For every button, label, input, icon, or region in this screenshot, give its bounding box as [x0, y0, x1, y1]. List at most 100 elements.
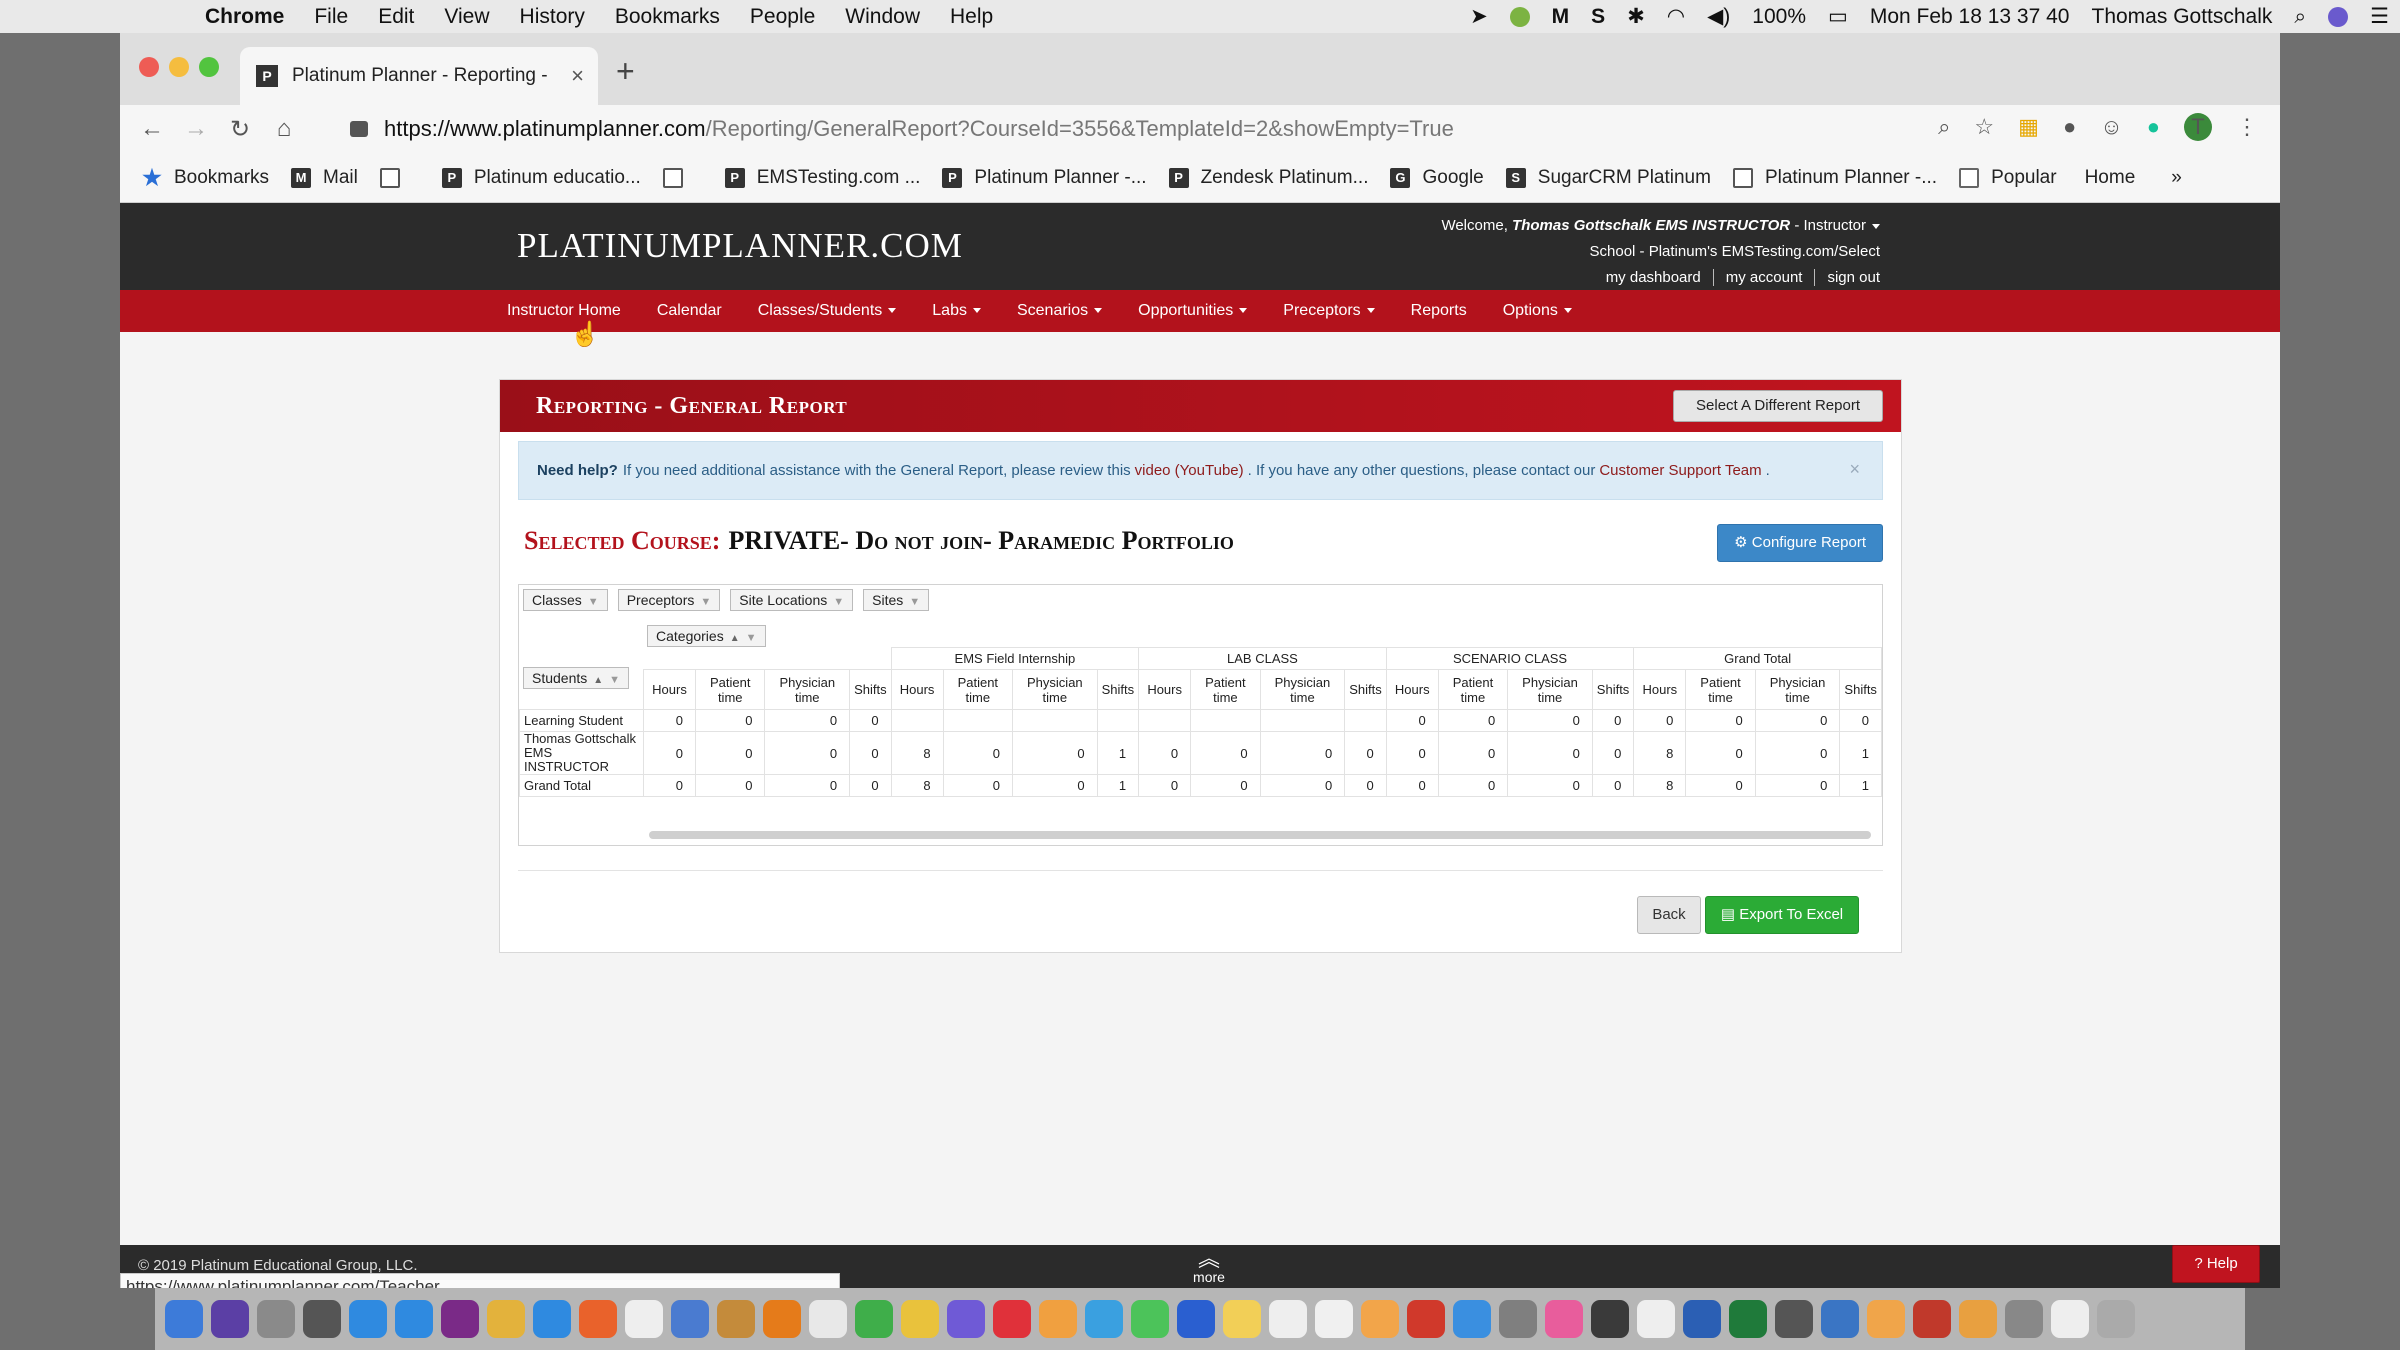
menu-bookmarks[interactable]: Bookmarks — [615, 5, 720, 29]
bookmark-item[interactable] — [379, 167, 412, 188]
horizontal-scrollbar[interactable] — [649, 831, 1871, 839]
bookmark-item[interactable]: G Google — [1390, 167, 1484, 189]
new-tab-button[interactable]: + — [616, 53, 635, 90]
bookmark-item[interactable]: P Zendesk Platinum... — [1168, 167, 1368, 189]
dock-app-icon[interactable] — [2005, 1300, 2043, 1338]
dock-app-icon[interactable] — [349, 1300, 387, 1338]
browser-tab[interactable]: P Platinum Planner - Reporting - × — [240, 47, 598, 105]
dock-app-icon[interactable] — [211, 1300, 249, 1338]
dock-app-icon[interactable] — [1775, 1300, 1813, 1338]
back-arrow-icon[interactable]: ← — [130, 115, 174, 143]
dock-app-icon[interactable] — [165, 1300, 203, 1338]
help-button[interactable]: ? Help — [2172, 1245, 2260, 1283]
dock-app-icon[interactable] — [1223, 1300, 1261, 1338]
filter-icon[interactable]: ▼ — [588, 596, 599, 608]
dock-app-icon[interactable] — [2051, 1300, 2089, 1338]
my-dashboard-link[interactable]: my dashboard — [1594, 269, 1701, 286]
bookmarks-overflow-icon[interactable]: » — [2171, 167, 2182, 189]
back-button[interactable]: Back — [1637, 896, 1701, 934]
m-app-icon[interactable]: M — [1552, 5, 1570, 29]
spotlight-search-icon[interactable]: ⌕ — [2294, 5, 2306, 29]
bookmark-item[interactable]: Popular — [1959, 167, 2057, 189]
status-green-icon[interactable] — [1509, 6, 1530, 27]
menu-help[interactable]: Help — [950, 5, 993, 29]
dock-app-icon[interactable] — [763, 1300, 801, 1338]
menu-people[interactable]: People — [750, 5, 815, 29]
dock-app-icon[interactable] — [855, 1300, 893, 1338]
bookmark-item[interactable] — [662, 167, 695, 188]
more-button[interactable]: ︽ more — [1187, 1248, 1231, 1286]
nav-item-options[interactable]: Options — [1503, 302, 1572, 320]
siri-icon[interactable] — [2328, 6, 2349, 27]
menu-history[interactable]: History — [520, 5, 585, 29]
zoom-window-button[interactable] — [199, 57, 219, 77]
filter-icon[interactable]: ▼ — [746, 632, 757, 644]
nav-item-labs[interactable]: Labs — [932, 302, 981, 320]
bluetooth-icon[interactable]: ✱ — [1627, 4, 1645, 29]
site-logo[interactable]: PLATINUMPLANNER.COM — [517, 226, 963, 266]
menu-file[interactable]: File — [314, 5, 348, 29]
close-alert-icon[interactable]: × — [1849, 459, 1860, 480]
dock-app-icon[interactable] — [1821, 1300, 1859, 1338]
bookmark-item[interactable]: P Platinum educatio... — [441, 167, 641, 189]
menu-chrome[interactable]: Chrome — [205, 5, 284, 29]
dock-app-icon[interactable] — [533, 1300, 571, 1338]
volume-icon[interactable]: ◀) — [1707, 4, 1730, 29]
clock[interactable]: Mon Feb 18 13 37 40 — [1870, 5, 2070, 29]
dock-app-icon[interactable] — [1407, 1300, 1445, 1338]
bookmark-item[interactable]: M Mail — [291, 167, 358, 189]
bookmark-item[interactable]: P EMSTesting.com ... — [724, 167, 920, 189]
dock-app-icon[interactable] — [1913, 1300, 1951, 1338]
dock-app-icon[interactable] — [1545, 1300, 1583, 1338]
students-chip[interactable]: Students ▲ ▼ — [523, 667, 630, 689]
filter-icon[interactable]: ▼ — [700, 596, 711, 608]
nav-item-calendar[interactable]: Calendar — [657, 302, 722, 320]
filter-chip-preceptors[interactable]: Preceptors ▼ — [617, 589, 721, 611]
sort-arrow-icon[interactable]: ▲ — [593, 675, 603, 686]
dock-app-icon[interactable] — [809, 1300, 847, 1338]
filter-icon[interactable]: ▼ — [909, 596, 920, 608]
filter-icon[interactable]: ▼ — [833, 596, 844, 608]
dock-app-icon[interactable] — [717, 1300, 755, 1338]
dock-app-icon[interactable] — [1499, 1300, 1537, 1338]
filter-chip-sites[interactable]: Sites ▼ — [863, 589, 930, 611]
home-icon[interactable]: ⌂ — [262, 115, 306, 143]
dock-app-icon[interactable] — [579, 1300, 617, 1338]
minimize-window-button[interactable] — [169, 57, 189, 77]
dock-app-icon[interactable] — [947, 1300, 985, 1338]
nav-item-preceptors[interactable]: Preceptors — [1283, 302, 1375, 320]
dock-app-icon[interactable] — [1637, 1300, 1675, 1338]
nav-item-reports[interactable]: Reports — [1411, 302, 1467, 320]
battery-icon[interactable]: ▭ — [1828, 4, 1848, 29]
role-dropdown[interactable]: - Instructor — [1794, 217, 1880, 234]
dock-app-icon[interactable] — [1131, 1300, 1169, 1338]
menu-view[interactable]: View — [444, 5, 489, 29]
bookmark-home[interactable]: Home — [2085, 167, 2136, 189]
dock-app-icon[interactable] — [1177, 1300, 1215, 1338]
filter-chip-classes[interactable]: Classes ▼ — [523, 589, 608, 611]
nav-item-classes-students[interactable]: Classes/Students — [758, 302, 897, 320]
bookmark-item[interactable]: Platinum Planner -... — [1732, 167, 1937, 189]
dock-app-icon[interactable] — [625, 1300, 663, 1338]
dock-app-icon[interactable] — [1729, 1300, 1767, 1338]
zoom-icon[interactable]: ⌕ — [1938, 114, 1950, 140]
reload-icon[interactable]: ↻ — [218, 115, 262, 144]
extension-icon[interactable]: ▦ — [2018, 114, 2039, 140]
dock-app-icon[interactable] — [1085, 1300, 1123, 1338]
menu-edit[interactable]: Edit — [378, 5, 414, 29]
dock-app-icon[interactable] — [1269, 1300, 1307, 1338]
dock-app-icon[interactable] — [1867, 1300, 1905, 1338]
dock-app-icon[interactable] — [257, 1300, 295, 1338]
export-to-excel-button[interactable]: ▤ Export To Excel — [1705, 896, 1859, 934]
dock-app-icon[interactable] — [487, 1300, 525, 1338]
nav-item-instructor-home[interactable]: Instructor Home — [507, 302, 621, 320]
dock-app-icon[interactable] — [1683, 1300, 1721, 1338]
address-bar[interactable]: https://www.platinumplanner.com/Reportin… — [340, 109, 2020, 149]
dock-app-icon[interactable] — [671, 1300, 709, 1338]
dock-app-icon[interactable] — [303, 1300, 341, 1338]
dock-app-icon[interactable] — [2097, 1300, 2135, 1338]
tab-close-icon[interactable]: × — [571, 63, 584, 89]
menu-window[interactable]: Window — [845, 5, 920, 29]
sort-arrow-icon[interactable]: ▲ — [730, 633, 740, 644]
my-account-link[interactable]: my account — [1712, 269, 1803, 286]
